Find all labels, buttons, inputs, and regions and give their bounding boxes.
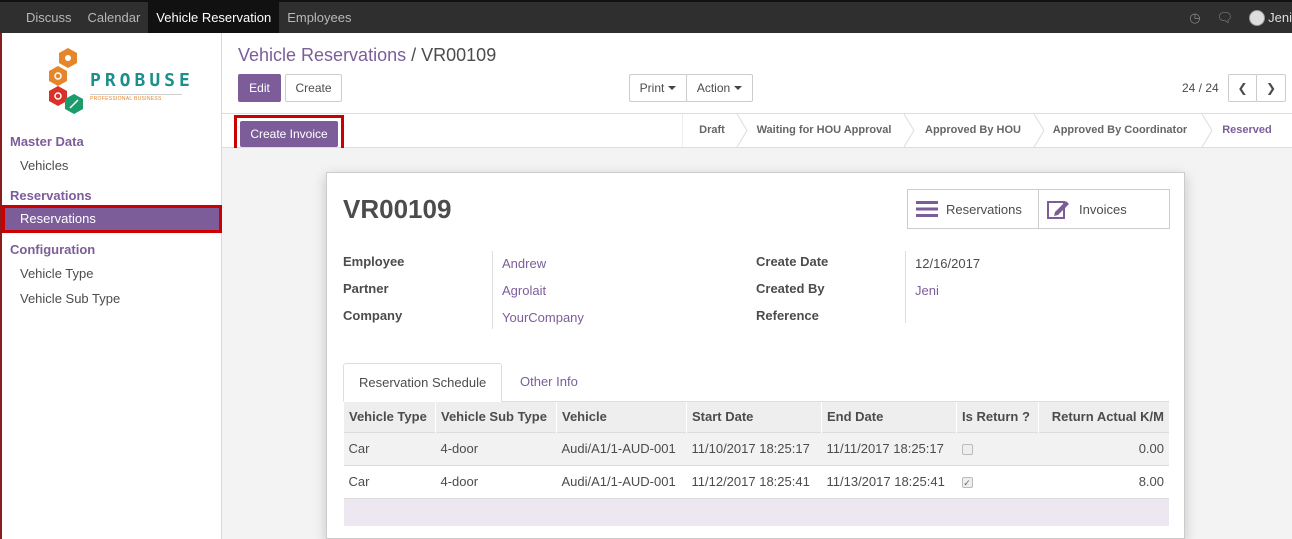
menu-employees[interactable]: Employees (279, 2, 359, 33)
field-divider (492, 251, 493, 329)
record-title: VR00109 (343, 194, 452, 224)
activity-clock-icon[interactable]: ◷ (1189, 10, 1200, 26)
table-empty-row (343, 497, 1169, 526)
notebook-tabs: Reservation Schedule Other Info (343, 363, 1169, 402)
caret-down-icon (668, 86, 677, 90)
cell-vehicle-type: Car (343, 431, 436, 465)
edit-button[interactable]: Edit (238, 74, 281, 102)
pager-previous-button[interactable]: ❮ (1228, 74, 1257, 102)
return-checkbox (961, 444, 973, 456)
reservations-smart-label: Reservations (946, 201, 1022, 217)
menu-calendar[interactable]: Calendar (80, 2, 149, 33)
chevron-right-icon: ❯ (1265, 81, 1277, 95)
cell-return-km: 0.00 (1038, 431, 1169, 465)
cell-vehicle: Audi/A1/1-AUD-001 (556, 431, 687, 465)
reference-label: Reference (756, 308, 819, 323)
schedule-table: Vehicle Type Vehicle Sub Type Vehicle St… (343, 402, 1169, 526)
action-label: Action (696, 81, 731, 95)
created-by-value[interactable]: Jeni (915, 283, 939, 298)
table-header-row: Vehicle Type Vehicle Sub Type Vehicle St… (343, 402, 1169, 432)
create-button[interactable]: Create (285, 74, 342, 102)
logo-word: PROBUSE (90, 70, 194, 91)
print-dropdown[interactable]: Print (629, 74, 687, 102)
action-dropdown[interactable]: Action (686, 74, 753, 102)
sidebar-item-vehicle-type[interactable]: Vehicle Type (20, 266, 93, 281)
employee-label: Employee (343, 254, 405, 269)
avatar[interactable] (1249, 9, 1266, 26)
cell-return-km: 8.00 (1038, 464, 1169, 498)
create-invoice-button[interactable]: Create Invoice (240, 121, 338, 147)
tab-reservation-schedule[interactable]: Reservation Schedule (343, 363, 503, 402)
cell-sub-type: 4-door (435, 464, 557, 498)
status-bar: Create Invoice Draft Waiting for HOU App… (222, 113, 1292, 155)
sidebar-item-vehicle-sub-type[interactable]: Vehicle Sub Type (20, 291, 120, 306)
sidebar-item-vehicles[interactable]: Vehicles (20, 158, 68, 173)
menu-vehicle-reservation[interactable]: Vehicle Reservation (148, 2, 280, 33)
invoices-smart-label: Invoices (1079, 201, 1127, 217)
reservations-smart-button[interactable]: Reservations (908, 190, 1038, 228)
table-row[interactable]: Car 4-door Audi/A1/1-AUD-001 11/12/2017 … (343, 464, 1169, 498)
section-configuration: Configuration (10, 242, 96, 257)
sidebar-item-reservations[interactable]: Reservations (2, 205, 222, 233)
cell-start-date: 11/12/2017 18:25:41 (686, 464, 822, 498)
stage-reserved: Reserved (1222, 124, 1272, 136)
pager-next-button[interactable]: ❯ (1256, 74, 1286, 102)
form-sheet: VR00109 Reservations Invoices Employee A… (326, 172, 1185, 539)
table-row[interactable]: Car 4-door Audi/A1/1-AUD-001 11/10/2017 … (343, 431, 1169, 465)
cell-vehicle: Audi/A1/1-AUD-001 (556, 464, 687, 498)
menu-discuss[interactable]: Discuss (18, 2, 80, 33)
company-label: Company (343, 308, 403, 323)
breadcrumb: Vehicle Reservations / VR00109 (238, 45, 496, 66)
created-by-label: Created By (756, 281, 825, 296)
col-vehicle[interactable]: Vehicle (556, 402, 687, 432)
cell-start-date: 11/10/2017 18:25:17 (686, 431, 822, 465)
partner-label: Partner (343, 281, 389, 296)
chat-bubbles-icon[interactable]: 🗨 (1217, 10, 1234, 26)
col-start-date[interactable]: Start Date (686, 402, 822, 432)
top-navbar: Discuss Calendar Vehicle Reservation Emp… (0, 0, 1292, 33)
create-date-value: 12/16/2017 (915, 256, 981, 271)
tab-other-info[interactable]: Other Info (505, 363, 593, 402)
invoices-smart-button[interactable]: Invoices (1038, 190, 1169, 228)
cell-is-return: ✓ (956, 464, 1039, 498)
logo-tagline: PROFESSIONAL BUSINESS (90, 94, 182, 102)
stage-waiting-hou[interactable]: Waiting for HOU Approval (749, 114, 899, 147)
col-vehicle-sub-type[interactable]: Vehicle Sub Type (435, 402, 557, 432)
col-vehicle-type[interactable]: Vehicle Type (343, 402, 436, 432)
col-is-return[interactable]: Is Return ? (956, 402, 1039, 432)
list-bars-icon (916, 201, 938, 217)
section-master-data: Master Data (10, 134, 84, 149)
col-return-km[interactable]: Return Actual K/M (1038, 402, 1169, 432)
partner-value[interactable]: Agrolait (502, 283, 546, 298)
cell-end-date: 11/11/2017 18:25:17 (821, 431, 957, 465)
col-end-date[interactable]: End Date (821, 402, 957, 432)
field-divider (905, 251, 906, 323)
pager-value: 24 / 24 (1182, 81, 1219, 95)
print-label: Print (639, 81, 665, 95)
employee-value[interactable]: Andrew (502, 256, 546, 271)
cell-vehicle-type: Car (343, 464, 436, 498)
stage-approved-coordinator[interactable]: Approved By Coordinator (1046, 114, 1194, 147)
user-name[interactable]: Jeni (1268, 10, 1292, 25)
cell-end-date: 11/13/2017 18:25:41 (821, 464, 957, 498)
stage-draft[interactable]: Draft (688, 114, 736, 147)
cell-is-return (956, 431, 1039, 465)
probuse-logo: PROBUSE PROFESSIONAL BUSINESS (46, 46, 190, 118)
chevron-left-icon: ❮ (1237, 81, 1248, 95)
breadcrumb-parent-link[interactable]: Vehicle Reservations (238, 45, 406, 65)
create-date-label: Create Date (756, 254, 829, 269)
breadcrumb-separator: / (411, 45, 417, 65)
sidebar: PROBUSE PROFESSIONAL BUSINESS Master Dat… (0, 33, 222, 539)
company-value[interactable]: YourCompany (502, 310, 584, 325)
stage-approved-hou[interactable]: Approved By HOU (916, 114, 1030, 147)
app-menu: Discuss Calendar Vehicle Reservation Emp… (18, 2, 360, 33)
caret-down-icon (734, 86, 743, 90)
cell-sub-type: 4-door (435, 431, 557, 465)
logo-hexagons-icon (49, 48, 83, 114)
edit-document-icon (1047, 201, 1069, 219)
breadcrumb-current: VR00109 (421, 45, 497, 65)
smart-buttons: Reservations Invoices (907, 189, 1170, 229)
return-checkbox-checked: ✓ (961, 477, 973, 489)
section-reservations: Reservations (10, 188, 92, 203)
